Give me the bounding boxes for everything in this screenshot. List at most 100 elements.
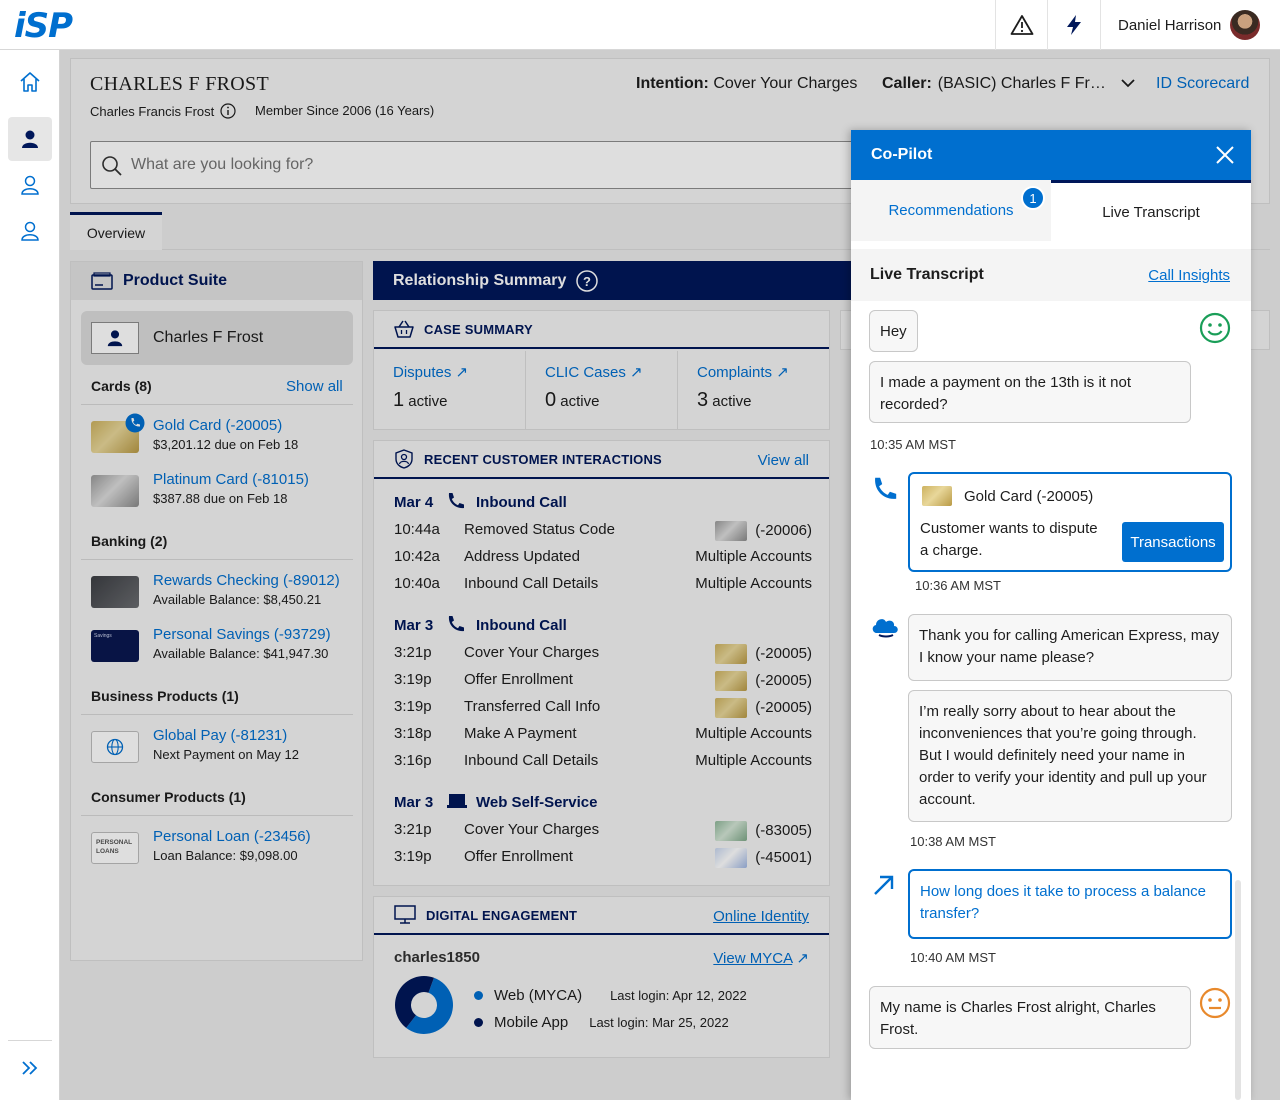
disputes-link[interactable]: Disputes ↗ [393,363,468,381]
lightning-icon [1066,15,1081,35]
case-summary-panel: CASE SUMMARY Disputes ↗ 1 active CLIC Ca… [373,310,830,430]
card-item-platinum[interactable]: Platinum Card (-81015) $387.88 due on Fe… [91,471,351,511]
product-suite-customer[interactable]: Charles F Frost [81,311,353,365]
transcript-scrollbar[interactable] [1235,880,1241,1100]
legend-dot-mobile [474,1018,483,1027]
sidebar-item-home[interactable] [8,60,52,104]
smiley-happy-icon [1199,312,1231,344]
clic-cases-link[interactable]: CLIC Cases ↗ [545,363,643,381]
relationship-summary-title: Relationship Summary [393,271,567,289]
alert-button[interactable] [995,0,1047,50]
bank-title: Rewards Checking (-89012) [153,572,340,589]
view-myca-text: View MYCA [713,950,793,967]
interaction-account-text: (-20006) [755,521,812,539]
interaction-time: 3:18p [394,725,432,742]
interaction-row[interactable]: 3:21p Cover Your Charges (-83005) [394,821,812,843]
isp-logo[interactable]: iSP [14,6,73,46]
green-mini-card [715,821,748,841]
laptop-icon [447,794,467,808]
sidebar-expand-button[interactable] [8,1046,52,1090]
card-item-gold[interactable]: Gold Card (-20005) $3,201.12 due on Feb … [91,413,351,457]
caller-select[interactable]: Caller: (BASIC) Charles F Fr… [882,75,1140,93]
id-scorecard-link[interactable]: ID Scorecard [1156,75,1249,93]
globe-icon [106,738,124,756]
sidebar-item-customer[interactable] [8,117,52,161]
business-next-payment: Next Payment on May 12 [153,747,299,762]
avatar[interactable] [1230,10,1260,40]
top-bar: iSP Daniel Harrison [0,0,1280,50]
cards-section-label: Cards (8) [91,378,152,394]
clic-count: 0 active [545,389,599,412]
info-icon[interactable] [220,103,236,119]
interaction-row[interactable]: 3:21p Cover Your Charges (-20005) [394,644,812,666]
interaction-row[interactable]: 3:19p Offer Enrollment (-45001) [394,848,812,870]
interaction-date: Mar 3 [394,617,434,634]
show-all-cards-link[interactable]: Show all [286,378,343,395]
case-disputes[interactable]: Disputes ↗ 1 active [374,351,526,429]
phone-icon [448,493,464,509]
context-card-text: Customer wants to dispute a charge. [920,520,1098,559]
platinum-mini-card [715,521,748,541]
interaction-row[interactable]: 3:19p Transferred Call Info (-20005) [394,698,812,720]
customer-message: My name is Charles Frost alright, Charle… [869,986,1191,1049]
interaction-account-text: (-20005) [755,644,812,662]
customer-full-name: Charles Francis Frost [90,103,236,119]
member-since: Member Since 2006 (16 Years) [255,103,435,118]
bank-item-checking[interactable]: Rewards Checking (-89012) Available Bala… [91,572,351,612]
interaction-desc: Removed Status Code [464,521,615,538]
sidebar-item-profile[interactable] [8,163,52,207]
digital-engagement-panel: DIGITAL ENGAGEMENT Online Identity charl… [373,896,830,1058]
interaction-row[interactable]: 10:42a Address Updated Multiple Accounts [394,548,812,570]
customer-full-name-text: Charles Francis Frost [90,103,215,119]
product-suite-panel: Product Suite Charles F Frost Cards (8) … [70,261,363,961]
sidebar-item-contacts[interactable] [8,209,52,253]
interaction-time: 3:19p [394,671,432,688]
tab-live-transcript[interactable]: Live Transcript [1051,180,1251,241]
interaction-row[interactable]: 3:19p Offer Enrollment (-20005) [394,671,812,693]
chevron-down-icon [1121,79,1135,88]
consumer-item-loan[interactable]: PERSONAL LOANS Personal Loan (-23456) Lo… [91,828,351,868]
card-due: $387.88 due on Feb 18 [153,491,288,506]
case-summary-header: CASE SUMMARY [374,311,829,349]
help-icon[interactable]: ? [576,269,599,292]
copilot-panel: Co-Pilot Recommendations 1 Live Transcri… [851,130,1251,1100]
channel-last-login: Last login: Mar 25, 2022 [589,1015,729,1030]
close-icon[interactable] [1213,143,1237,167]
tab-overview[interactable]: Overview [70,212,162,250]
view-myca-link[interactable]: View MYCA ↗ [713,949,809,967]
interaction-row[interactable]: 10:44a Removed Status Code (-20006) [394,521,812,543]
call-insights-link[interactable]: Call Insights [1148,267,1230,284]
channel-name: Web (MYCA) [494,987,583,1004]
interaction-row[interactable]: 10:40a Inbound Call Details Multiple Accou… [394,575,812,597]
search-input[interactable] [131,142,831,188]
complaints-link[interactable]: Complaints ↗ [697,363,789,381]
bank-item-savings[interactable]: Savings Personal Savings (-93729) Availa… [91,626,351,666]
warning-icon [1010,15,1033,35]
interaction-row[interactable]: 3:16p Inbound Call Details Multiple Accoun… [394,752,812,774]
business-item-globalpay[interactable]: Global Pay (-81231) Next Payment on May … [91,727,351,767]
interaction-type: Inbound Call [476,494,567,511]
clic-label: CLIC Cases [545,364,626,381]
business-section-label: Business Products (1) [91,688,239,704]
tab-recommendations-label: Recommendations [888,202,1014,219]
case-clic[interactable]: CLIC Cases ↗ 0 active [526,351,678,429]
account-context-card: Gold Card (-20005) Customer wants to dis… [908,472,1232,572]
interaction-type: Web Self-Service [476,794,598,811]
tab-recommendations[interactable]: Recommendations [851,180,1051,241]
smiley-neutral-icon [1199,987,1231,1019]
divider [81,714,353,715]
quick-actions-button[interactable] [1047,0,1099,50]
divider [81,404,353,405]
suggested-question[interactable]: How long does it take to process a balan… [908,869,1232,939]
home-icon [20,72,40,92]
online-username: charles1850 [394,949,480,966]
view-all-interactions-link[interactable]: View all [758,452,809,469]
online-identity-link[interactable]: Online Identity [713,908,809,925]
case-complaints[interactable]: Complaints ↗ 3 active [678,351,830,429]
interaction-row[interactable]: 3:18p Make A Payment Multiple Accounts [394,725,812,747]
arrow-up-right-icon [874,875,894,895]
recommendations-badge: 1 [1021,186,1045,210]
interaction-date: Mar 3 [394,794,434,811]
transactions-button[interactable]: Transactions [1122,522,1224,562]
interaction-account-text: (-45001) [755,848,812,866]
